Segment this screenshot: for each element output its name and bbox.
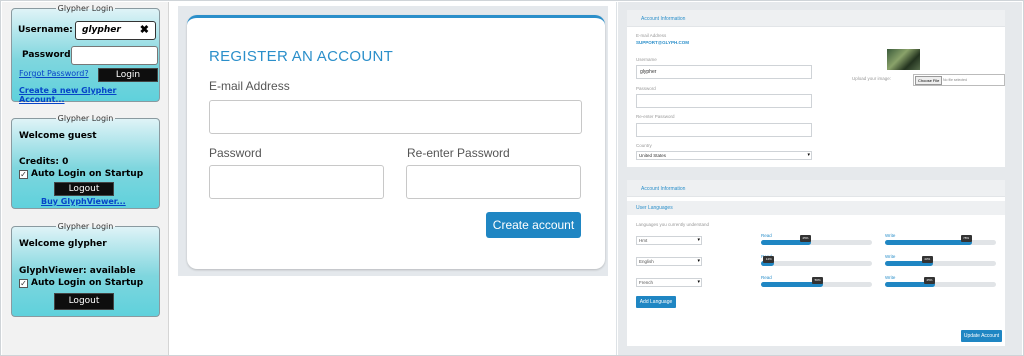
welcome-text: Welcome glypher — [19, 239, 107, 249]
create-account-link[interactable]: Create a new Glypher Account... — [19, 86, 159, 104]
username-label: Username: — [18, 25, 73, 35]
file-input[interactable]: Choose File No file selected — [913, 74, 1005, 86]
chevron-down-icon: ▾ — [697, 258, 700, 264]
close-x-icon[interactable]: ✖ — [140, 23, 149, 36]
auto-login-label: Auto Login on Startup — [31, 278, 144, 288]
username-input[interactable]: glypher — [636, 65, 812, 79]
panel-legend: Glypher Login — [57, 4, 114, 13]
language-select[interactable]: English ▾ — [636, 257, 702, 266]
write-label: Write — [885, 275, 896, 280]
chevron-down-icon: ▾ — [807, 152, 810, 158]
chevron-down-icon: ▾ — [697, 237, 700, 243]
read-slider[interactable]: 56% — [761, 277, 872, 287]
password-input[interactable] — [636, 94, 812, 108]
upload-image-label: Upload your image: — [852, 76, 892, 81]
language-select[interactable]: French ▾ — [636, 278, 702, 287]
account-info-panel: Account Information E-mail Address SUPPO… — [627, 10, 1005, 167]
country-value: United States — [639, 153, 667, 158]
chevron-down-icon: ▾ — [697, 279, 700, 285]
password-input[interactable] — [209, 165, 384, 199]
country-select[interactable]: United States ▾ — [636, 151, 812, 160]
reenter-password-input[interactable] — [406, 165, 581, 199]
language-value: English — [639, 259, 654, 264]
write-slider-handle[interactable]: 45% — [923, 277, 935, 284]
account-settings-column: Account Information E-mail Address SUPPO… — [618, 2, 1022, 355]
password-label: Password — [636, 86, 656, 91]
login-panels-column: Glypher Login Username: glypher ✖ Passwo… — [2, 2, 169, 355]
login-panel-signed-out: Glypher Login Username: glypher ✖ Passwo… — [11, 4, 160, 104]
write-slider-handle[interactable]: 78% — [960, 235, 972, 242]
read-slider-handle[interactable]: 12% — [763, 256, 775, 263]
email-label: E-mail Address — [209, 79, 290, 93]
write-label: Write — [885, 254, 896, 259]
email-value: SUPPORT@GLYPH.COM — [636, 40, 689, 45]
checkmark-icon: ✓ — [19, 279, 28, 288]
reenter-password-label: Re-enter Password — [636, 114, 675, 119]
username-label: Username — [636, 57, 657, 62]
user-languages-panel: Account Information User Languages Langu… — [627, 180, 1005, 346]
forgot-password-link[interactable]: Forgot Password? — [19, 69, 89, 78]
add-language-button[interactable]: Add Language — [636, 296, 676, 308]
write-slider-handle[interactable]: 43% — [921, 256, 933, 263]
no-file-text: No file selected — [943, 78, 967, 82]
profile-image — [887, 49, 920, 70]
username-value: glypher — [82, 25, 121, 35]
languages-section-header: User Languages — [627, 201, 1005, 215]
reenter-password-input[interactable] — [636, 123, 812, 137]
logout-button[interactable]: Logout — [54, 293, 114, 310]
reenter-password-label: Re-enter Password — [407, 146, 510, 160]
panel-legend: Glypher Login — [57, 114, 114, 123]
read-label: Read — [761, 275, 772, 280]
email-input[interactable] — [209, 100, 582, 134]
languages-title: User Languages — [636, 205, 673, 211]
username-value: glypher — [640, 69, 657, 75]
register-column: REGISTER AN ACCOUNT E-mail Address Passw… — [170, 2, 617, 355]
read-slider-handle[interactable]: 45% — [799, 235, 811, 242]
language-select[interactable]: Hmt ▾ — [636, 236, 702, 245]
read-slider[interactable]: 45% — [761, 235, 872, 245]
auto-login-checkbox[interactable]: ✓ Auto Login on Startup — [19, 169, 143, 179]
password-input[interactable] — [71, 46, 158, 65]
login-panel-signed-in: Glypher Login Welcome glypher GlyphViewe… — [11, 222, 160, 317]
login-panel-guest: Glypher Login Welcome guest Credits: 0 ✓… — [11, 114, 160, 209]
read-slider[interactable]: 12% — [761, 256, 872, 266]
auto-login-label: Auto Login on Startup — [31, 169, 144, 179]
write-slider[interactable]: 43% — [885, 256, 996, 266]
auto-login-checkbox[interactable]: ✓ Auto Login on Startup — [19, 278, 143, 288]
language-value: Hmt — [639, 238, 648, 243]
language-value: French — [639, 280, 654, 285]
buy-glyphviewer-link[interactable]: Buy GlyphViewer... — [41, 197, 126, 206]
panel-legend: Glypher Login — [57, 222, 114, 231]
welcome-text: Welcome guest — [19, 131, 97, 141]
password-label: Password: — [22, 50, 75, 60]
choose-file-button[interactable]: Choose File — [915, 76, 943, 85]
read-label: Read — [761, 233, 772, 238]
languages-subtitle: Languages you currently understand — [636, 222, 710, 227]
write-label: Write — [885, 233, 896, 238]
register-title: REGISTER AN ACCOUNT — [209, 48, 394, 65]
panel-header: Account Information — [627, 180, 1005, 197]
panel-header: Account Information — [627, 10, 1005, 27]
password-label: Password — [209, 146, 262, 160]
screenshot-frame: Glypher Login Username: glypher ✖ Passwo… — [0, 0, 1024, 356]
username-input[interactable]: glypher ✖ — [75, 21, 156, 40]
write-slider[interactable]: 45% — [885, 277, 996, 287]
login-button[interactable]: Login — [98, 68, 158, 82]
checkmark-icon: ✓ — [19, 170, 28, 179]
email-label: E-mail Address — [636, 33, 667, 38]
logout-button[interactable]: Logout — [54, 182, 114, 196]
credits-text: Credits: 0 — [19, 157, 69, 167]
register-card: REGISTER AN ACCOUNT E-mail Address Passw… — [187, 15, 605, 269]
create-account-button[interactable]: Create account — [486, 212, 581, 238]
update-account-button[interactable]: Update Account — [961, 330, 1002, 342]
write-slider-fill — [885, 240, 972, 245]
country-label: Country — [636, 143, 652, 148]
glyphviewer-status: GlyphViewer: available — [19, 266, 136, 276]
read-slider-handle[interactable]: 56% — [812, 277, 824, 284]
write-slider[interactable]: 78% — [885, 235, 996, 245]
